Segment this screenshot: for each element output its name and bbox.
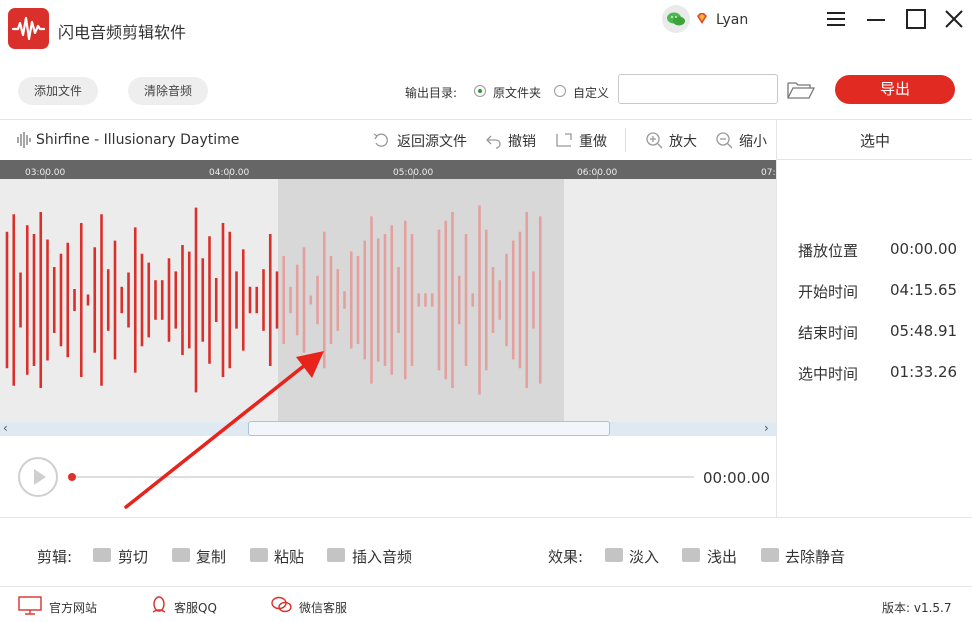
fade-in-button[interactable]: 淡入 [629,546,659,567]
tools-divider [0,517,972,518]
remove-silence-button[interactable]: 去除静音 [785,546,845,567]
wechat-support-icon[interactable] [270,595,292,615]
fade-out-button[interactable]: 浅出 [707,546,737,567]
qq-icon[interactable] [149,595,169,615]
copy-icon[interactable] [172,548,190,562]
fade-in-icon[interactable] [605,548,623,562]
annotation-arrow [124,351,324,509]
insert-audio-icon[interactable] [327,548,345,562]
copy-button[interactable]: 复制 [196,546,226,567]
website-icon[interactable] [18,595,42,615]
website-link[interactable]: 官方网站 [49,599,97,616]
app-window: 闪电音频剪辑软件 Lyan 添加文件 清除音频 输出目录: 原文件夹 自定义 导… [0,0,972,622]
cut-button[interactable]: 剪切 [118,546,148,567]
effect-tools-label: 效果: [548,548,584,566]
paste-icon[interactable] [250,548,268,562]
version-label: 版本: v1.5.7 [882,601,952,615]
insert-audio-button[interactable]: 插入音频 [352,546,412,567]
wechat-support-link[interactable]: 微信客服 [299,599,347,616]
paste-button[interactable]: 粘贴 [274,546,304,567]
footer-divider [0,586,972,587]
remove-silence-icon[interactable] [761,548,779,562]
qq-support-link[interactable]: 客服QQ [174,599,217,616]
edit-tools-label: 剪辑: [37,548,73,566]
fade-out-icon[interactable] [682,548,700,562]
cut-icon[interactable] [93,548,111,562]
